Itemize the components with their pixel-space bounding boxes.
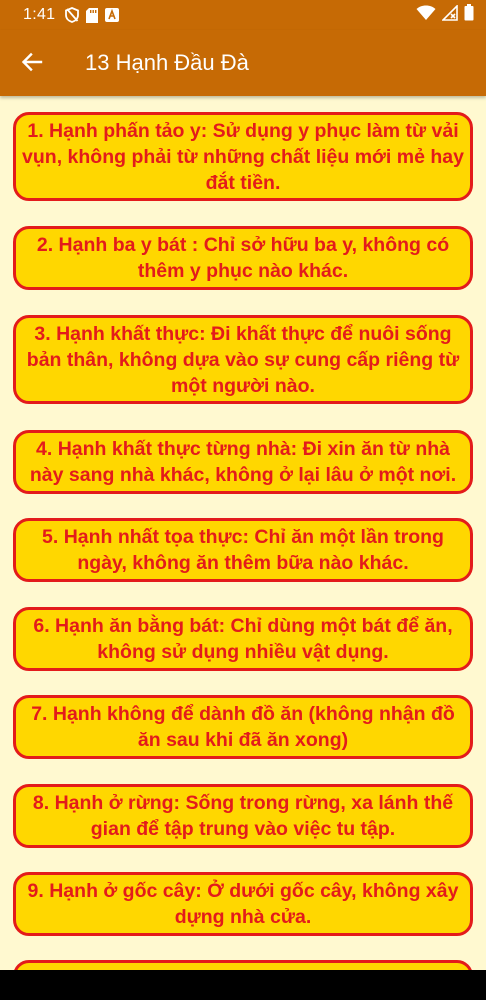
list-item[interactable]: 3. Hạnh khất thực: Đi khất thực để nuôi … <box>13 315 473 404</box>
list-item-text: 7. Hạnh không để dành đồ ăn (không nhận … <box>31 703 455 751</box>
battery-icon <box>464 4 474 26</box>
shield-icon <box>65 7 80 23</box>
sd-card-icon <box>86 7 99 23</box>
practice-list[interactable]: 1. Hạnh phấn tảo y: Sử dụng y phục làm t… <box>0 96 486 970</box>
list-item[interactable]: 6. Hạnh ăn bằng bát: Chỉ dùng một bát để… <box>13 607 473 671</box>
signal-icon <box>441 3 458 26</box>
translate-icon <box>105 8 120 22</box>
list-item[interactable]: 8. Hạnh ở rừng: Sống trong rừng, xa lánh… <box>13 784 473 848</box>
arrow-left-icon <box>21 51 43 78</box>
list-item[interactable]: 7. Hạnh không để dành đồ ăn (không nhận … <box>13 695 473 759</box>
list-item[interactable]: 2. Hạnh ba y bát : Chỉ sở hữu ba y, khôn… <box>13 226 473 290</box>
list-item[interactable]: 4. Hạnh khất thực từng nhà: Đi xin ăn từ… <box>13 430 473 494</box>
list-item-text: 8. Hạnh ở rừng: Sống trong rừng, xa lánh… <box>32 792 454 840</box>
status-time: 1:41 <box>23 6 56 23</box>
list-item[interactable]: 1. Hạnh phấn tảo y: Sử dụng y phục làm t… <box>13 112 473 201</box>
back-button[interactable] <box>14 46 50 82</box>
status-system-icons <box>416 0 474 30</box>
list-item-text: 4. Hạnh khất thực từng nhà: Đi xin ăn từ… <box>29 438 457 486</box>
page-title: 13 Hạnh Đầu Đà <box>85 50 249 75</box>
app-bar: 13 Hạnh Đầu Đà <box>0 30 486 96</box>
list-item-partial[interactable] <box>13 960 473 970</box>
list-item-text: 5. Hạnh nhất tọa thực: Chỉ ăn một lần tr… <box>42 526 444 574</box>
list-item-text: 2. Hạnh ba y bát : Chỉ sở hữu ba y, khôn… <box>36 234 450 282</box>
list-item[interactable]: 5. Hạnh nhất tọa thực: Chỉ ăn một lần tr… <box>13 518 473 582</box>
list-item-text: 9. Hạnh ở gốc cây: Ở dưới gốc cây, không… <box>27 880 459 928</box>
list-item-text: 3. Hạnh khất thực: Đi khất thực để nuôi … <box>26 322 460 397</box>
navigation-bar <box>0 970 486 1000</box>
status-bar: 1:41 <box>0 0 486 30</box>
wifi-icon <box>416 5 436 26</box>
list-item[interactable]: 9. Hạnh ở gốc cây: Ở dưới gốc cây, không… <box>13 872 473 936</box>
list-item-text: 6. Hạnh ăn bằng bát: Chỉ dùng một bát để… <box>33 615 453 663</box>
status-notification-icons <box>65 7 120 23</box>
list-item-text: 1. Hạnh phấn tảo y: Sử dụng y phục làm t… <box>22 119 464 194</box>
